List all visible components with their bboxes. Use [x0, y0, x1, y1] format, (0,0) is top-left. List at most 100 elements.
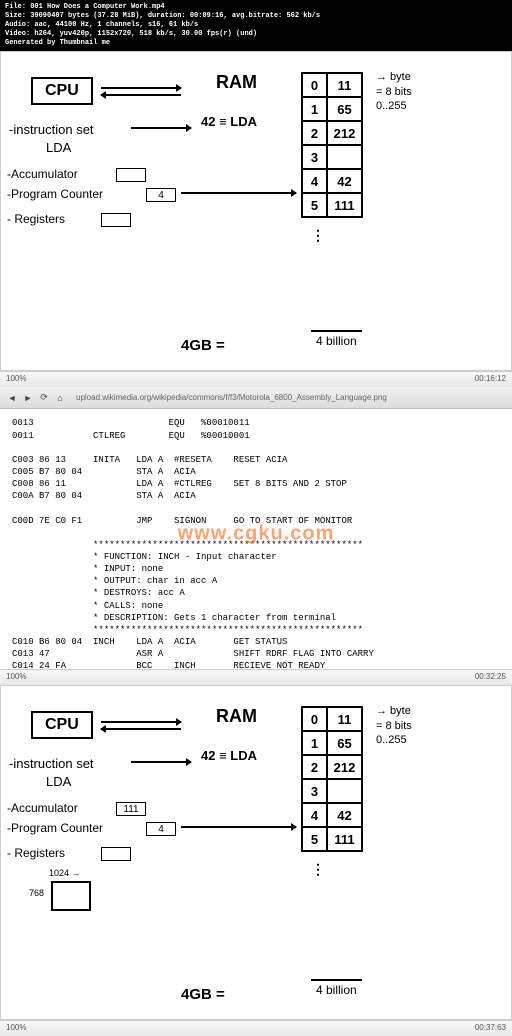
register-box [101, 213, 131, 227]
code-line: C00D 7E C0 F1 JMP SIGNON GO TO START OF … [12, 516, 352, 526]
ram-val: 111 [327, 193, 362, 217]
register-box [101, 847, 131, 861]
instruction-set-label: -instruction set [9, 756, 94, 771]
url-bar[interactable]: upload.wikimedia.org/wikipedia/commons/f… [76, 393, 387, 402]
code-line: C005 B7 80 04 STA A ACIA [12, 467, 196, 477]
code-line: 0011 CTLREG EQU %00010001 [12, 431, 250, 441]
reload-icon[interactable]: ⟳ [38, 392, 50, 404]
arrow-cpu-ram [101, 87, 181, 89]
code-line: C010 B6 80 04 INCH LDA A ACIA GET STATUS [12, 637, 287, 647]
byte-annotation: → byte = 8 bits 0..255 [376, 70, 412, 113]
back-icon[interactable]: ◄ [6, 392, 18, 404]
arrow-cpu-ram [101, 721, 181, 723]
ram-addr: 4 [302, 803, 327, 827]
code-line: C014 24 FA BCC INCH RECIEVE NOT READY [12, 661, 325, 669]
ram-label: RAM [216, 706, 257, 727]
ram-val [327, 145, 362, 169]
accumulator-label: -Accumulator [7, 801, 78, 815]
accumulator-box [116, 168, 146, 182]
arrow-instr [131, 761, 191, 763]
home-icon[interactable]: ⌂ [54, 392, 66, 404]
code-line: C008 86 11 LDA A #CTLREG SET 8 BITS AND … [12, 479, 347, 489]
video-metadata-header: File: 001 How Does a Computer Work.mp4 S… [0, 0, 512, 51]
ram-addr: 2 [302, 755, 327, 779]
byte-arrow: → byte [376, 70, 412, 84]
program-counter-label: -Program Counter [7, 187, 103, 201]
code-line: C013 47 ASR A SHIFT RDRF FLAG INTO CARRY [12, 649, 374, 659]
ram-addr: 1 [302, 97, 327, 121]
accumulator-label: -Accumulator [7, 167, 78, 181]
byte-range: 0..255 [376, 99, 412, 113]
monitor-sketch [41, 881, 101, 911]
ram-addr: 5 [302, 827, 327, 851]
code-line: 0013 EQU %00010011 [12, 418, 250, 428]
assembly-code-panel: 0013 EQU %00010011 0011 CTLREG EQU %0001… [0, 409, 512, 669]
registers-label: - Registers [7, 212, 65, 226]
four-billion-label: 4 billion [311, 979, 362, 999]
four-gb-label: 4GB = [181, 337, 225, 354]
browser-chrome: ◄ ► ⟳ ⌂ upload.wikimedia.org/wikipedia/c… [0, 387, 512, 409]
code-line: ****************************************… [12, 625, 363, 635]
registers-label: - Registers [7, 846, 65, 860]
code-line: * FUNCTION: INCH - Input character [12, 552, 277, 562]
byte-bits: = 8 bits [376, 719, 412, 733]
meta-size: Size: 39090407 bytes (37.28 MiB), durati… [5, 12, 507, 21]
program-counter-label: -Program Counter [7, 821, 103, 835]
ram-val: 212 [327, 755, 362, 779]
meta-file: File: 001 How Does a Computer Work.mp4 [5, 3, 507, 12]
ram-label: RAM [216, 72, 257, 93]
ram-val: 65 [327, 97, 362, 121]
arrow-pc-ram [181, 192, 296, 194]
code-line: ****************************************… [12, 540, 363, 550]
byte-annotation: → byte = 8 bits 0..255 [376, 704, 412, 747]
code-line: C00A B7 80 04 STA A ACIA [12, 491, 196, 501]
meta-gen: Generated by Thumbnail me [5, 39, 507, 48]
ram-val: 11 [327, 707, 362, 731]
meta-video: Video: h264, yuv420p, 1152x720, 518 kb/s… [5, 30, 507, 39]
ram-val: 42 [327, 803, 362, 827]
zoom-bar-3: 100% 00:37:63 [0, 1020, 512, 1036]
ellipsis: ⋮ [311, 227, 325, 244]
monitor-screen-icon [51, 881, 91, 911]
ram-val [327, 779, 362, 803]
ram-val: 111 [327, 827, 362, 851]
ram-addr: 0 [302, 707, 327, 731]
four-billion-label: 4 billion [311, 330, 362, 350]
ram-val: 212 [327, 121, 362, 145]
code-line: * DESTROYS: acc A [12, 588, 185, 598]
ram-val: 42 [327, 169, 362, 193]
forward-icon[interactable]: ► [22, 392, 34, 404]
byte-bits: = 8 bits [376, 85, 412, 99]
arrow-pc-ram [181, 826, 296, 828]
zoom-bar-1: 100% 00:16:12 [0, 371, 512, 387]
code-line: * DESCRIPTION: Gets 1 character from ter… [12, 613, 336, 623]
zoom-level: 100% [6, 1023, 26, 1034]
ram-addr: 4 [302, 169, 327, 193]
ram-addr: 0 [302, 73, 327, 97]
zoom-level: 100% [6, 672, 26, 683]
timestamp: 00:32:25 [475, 672, 506, 683]
meta-audio: Audio: aac, 44100 Hz, 1 channels, s16, 6… [5, 21, 507, 30]
byte-arrow: → byte [376, 704, 412, 718]
arrow-ram-cpu [101, 728, 181, 730]
ram-val: 65 [327, 731, 362, 755]
zoom-level: 100% [6, 374, 26, 385]
whiteboard-top: CPU RAM -instruction set LDA 42 ≡ LDA -A… [0, 51, 512, 371]
code-line: * CALLS: none [12, 601, 163, 611]
ram-table: 011 165 2212 3 442 5111 [301, 706, 363, 852]
code-line: * INPUT: none [12, 564, 163, 574]
instruction-set-label: -instruction set [9, 122, 94, 137]
ellipsis: ⋮ [311, 861, 325, 878]
arrow-instr [131, 127, 191, 129]
ram-addr: 2 [302, 121, 327, 145]
ram-addr: 5 [302, 193, 327, 217]
program-counter-box: 4 [146, 188, 176, 202]
res-1024-label: 1024 → [49, 868, 81, 878]
ram-table: 011 165 2212 3 442 5111 [301, 72, 363, 218]
accumulator-box: 111 [116, 802, 146, 816]
code-line: C003 86 13 INITA LDA A #RESETA RESET ACI… [12, 455, 287, 465]
program-counter-box: 4 [146, 822, 176, 836]
eq-lda-label: 42 ≡ LDA [201, 114, 257, 129]
ram-addr: 3 [302, 145, 327, 169]
zoom-bar-2: 100% 00:32:25 [0, 669, 512, 685]
